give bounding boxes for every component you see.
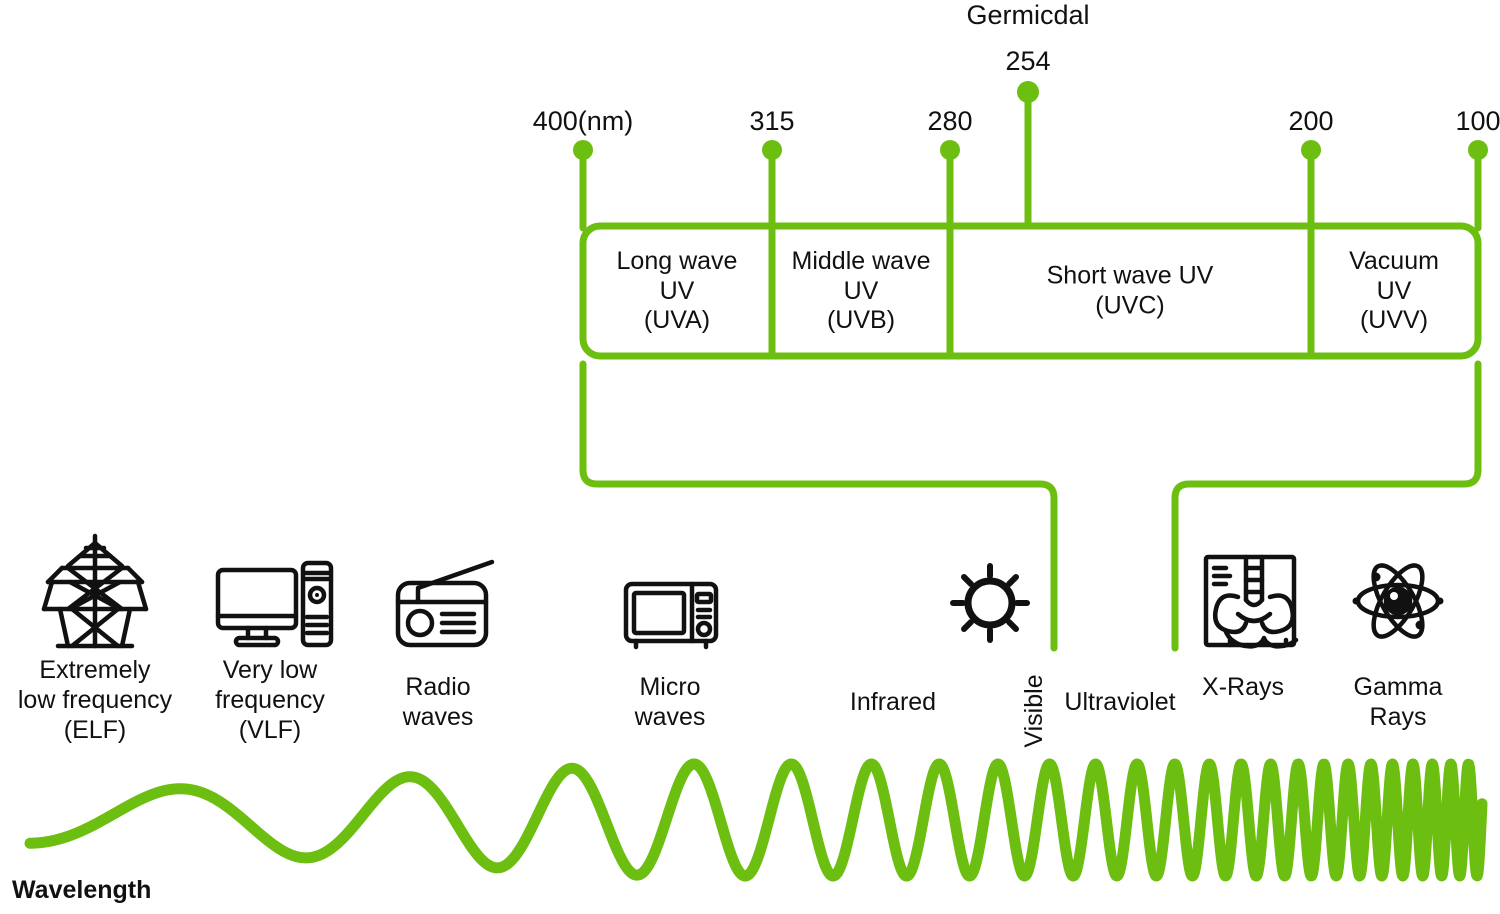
uv-tick-marker-200: [1301, 140, 1321, 232]
desktop-computer-icon: [215, 560, 334, 648]
uv-tick-marker-315: [762, 140, 782, 232]
spectrum-label-elf: Extremely low frequency (ELF): [17, 656, 173, 744]
microwave-oven-icon: [623, 581, 719, 650]
spectrum-label-visible: Visible: [1020, 674, 1048, 748]
uv-tick-label-315: 315: [749, 106, 795, 136]
uv-tick-label-200: 200: [1288, 106, 1334, 136]
spectrum-label-infrared: Infrared: [849, 688, 937, 716]
spectrum-label-ultraviolet: Ultraviolet: [1064, 688, 1176, 716]
radio-icon: [395, 559, 495, 648]
spectrum-label-gamma-rays: Gamma Rays: [1353, 673, 1443, 731]
spectrum-label-radio-waves: Radio waves: [402, 673, 474, 731]
wavelength-axis-title: Wavelength: [12, 876, 152, 904]
connector-right-uv-to-xrays: [1171, 360, 1482, 652]
electromagnetic-spectrum-diagram: Germicdal 400(nm) 315 280 254 200 100 Lo…: [0, 0, 1500, 914]
uv-tick-markers: [573, 81, 1488, 232]
atom-icon: [1352, 563, 1444, 639]
uv-band-label-uva: Long wave UV (UVA): [616, 246, 738, 334]
uv-tick-label-400: 400(nm): [532, 106, 634, 136]
spectrum-label-vlf: Very low frequency (VLF): [215, 656, 325, 744]
wavelength-wave: [24, 758, 1488, 882]
diagram-vector-layer: [24, 81, 1488, 882]
power-tower-icon: [41, 533, 149, 649]
connector-left-uv-to-visible: [579, 360, 1058, 652]
uv-band-label-uvv: Vacuum UV (UVV): [1349, 246, 1439, 334]
sun-icon: [950, 563, 1030, 643]
uv-tick-marker-280: [940, 140, 960, 232]
spectrum-label-micro-waves: Micro waves: [634, 673, 706, 731]
spectrum-label-x-rays: X-Rays: [1202, 673, 1284, 701]
xray-pelvis-icon: [1203, 554, 1299, 649]
uv-band-label-uvb: Middle wave UV (UVB): [791, 246, 931, 334]
uv-tick-label-254: 254: [1005, 46, 1051, 76]
uv-tick-label-100: 100: [1455, 106, 1500, 136]
uv-tick-label-280: 280: [927, 106, 973, 136]
uv-band-label-uvc: Short wave UV (UVC): [1046, 261, 1214, 320]
germicidal-callout-label: Germicdal: [966, 0, 1090, 30]
uv-tick-marker-100: [1468, 140, 1488, 232]
uv-tick-marker-254: [1017, 81, 1039, 232]
uv-tick-marker-400: [573, 140, 593, 232]
